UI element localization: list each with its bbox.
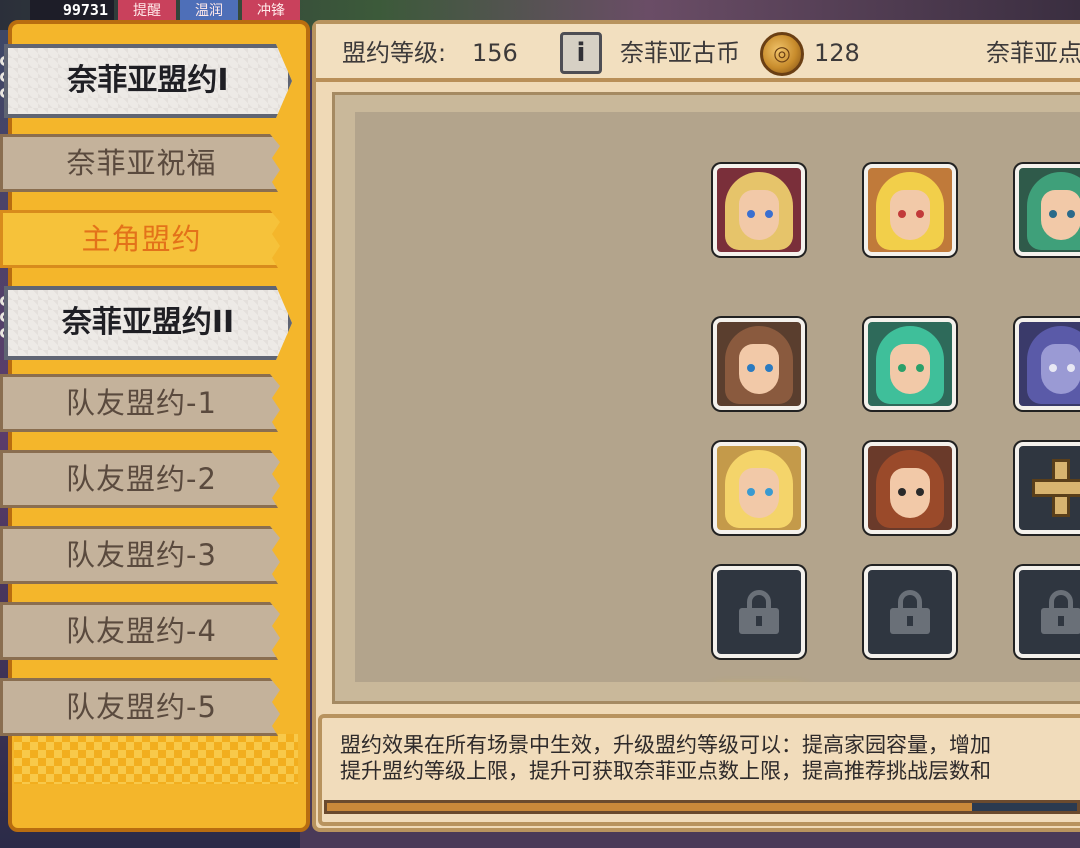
companion-portrait[interactable] (864, 442, 956, 534)
level-label: 盟约等级: (342, 39, 447, 67)
sidebar-item-teammate-5[interactable]: 队友盟约-5 (0, 678, 280, 736)
sidebar-item-blessing[interactable]: 奈菲亚祝福 (0, 134, 280, 192)
sidebar-item-teammate-4[interactable]: 队友盟约-4 (0, 602, 280, 660)
hud-tab-3[interactable]: 冲锋 (242, 0, 300, 22)
sidebar-item-hero-covenant[interactable]: 主角盟约 (0, 210, 280, 268)
sidebar-item-teammate-2[interactable]: 队友盟约-2 (0, 450, 280, 508)
level-value: 156 (472, 39, 518, 67)
hud-tab-2[interactable]: 温润 (180, 0, 238, 22)
locked-slot[interactable] (1015, 566, 1080, 658)
scroll-progress-bar[interactable] (324, 800, 1080, 814)
plus-icon (1032, 459, 1080, 517)
locked-slot[interactable] (713, 566, 805, 658)
lock-icon (890, 590, 930, 634)
hud-score: 99731 (30, 0, 114, 20)
stat-bar: 盟约等级: 156 奈菲亚古币 128 奈菲亚点 (316, 24, 1080, 82)
companion-portrait[interactable] (1015, 164, 1080, 256)
portrait-blonde-icon (868, 168, 952, 252)
portrait-brown-hair-icon (717, 322, 801, 406)
portrait-green-hair-icon (868, 322, 952, 406)
portrait-purple-skin-icon (1019, 322, 1080, 406)
locked-slot[interactable] (864, 566, 956, 658)
coin-label: 奈菲亚古币 (620, 39, 740, 67)
coin-value: 128 (814, 39, 860, 67)
portrait-blonde-girl-icon (717, 446, 801, 530)
companion-portrait[interactable] (1015, 318, 1080, 410)
portrait-green-elf-icon (1019, 168, 1080, 252)
progress-fill (327, 803, 972, 811)
portrait-bearded-man-icon (868, 446, 952, 530)
sidebar-header-covenant-2[interactable]: 奈菲亚盟约II (4, 286, 292, 360)
sidebar-item-teammate-3[interactable]: 队友盟约-3 (0, 526, 280, 584)
description-line-1: 盟约效果在所有场景中生效，升级盟约等级可以：提高家园容量，增加 (340, 733, 991, 757)
add-slot[interactable] (1015, 442, 1080, 534)
hud-tab-1[interactable]: 提醒 (118, 0, 176, 22)
companion-portrait[interactable] (864, 318, 956, 410)
companion-portrait[interactable] (864, 164, 956, 256)
sidebar-decoration (14, 734, 298, 784)
progress-rest (972, 803, 1077, 811)
sidebar-header-covenant-1[interactable]: 奈菲亚盟约I (4, 44, 292, 118)
companion-grid (352, 112, 1080, 682)
portrait-blonde-red-icon (717, 168, 801, 252)
info-icon: i (576, 38, 586, 68)
companion-portrait[interactable] (713, 318, 805, 410)
companion-portrait[interactable] (713, 442, 805, 534)
companion-portrait[interactable] (713, 164, 805, 256)
lock-icon (739, 590, 779, 634)
points-label: 奈菲亚点 (986, 39, 1080, 67)
description-line-2: 提升盟约等级上限，提升可获取奈菲亚点数上限，提高推荐挑战层数和 (340, 759, 991, 783)
info-button[interactable]: i (560, 32, 602, 74)
sidebar-item-teammate-1[interactable]: 队友盟约-1 (0, 374, 280, 432)
lock-icon (1041, 590, 1080, 634)
coin-icon: ◎ (760, 32, 804, 76)
